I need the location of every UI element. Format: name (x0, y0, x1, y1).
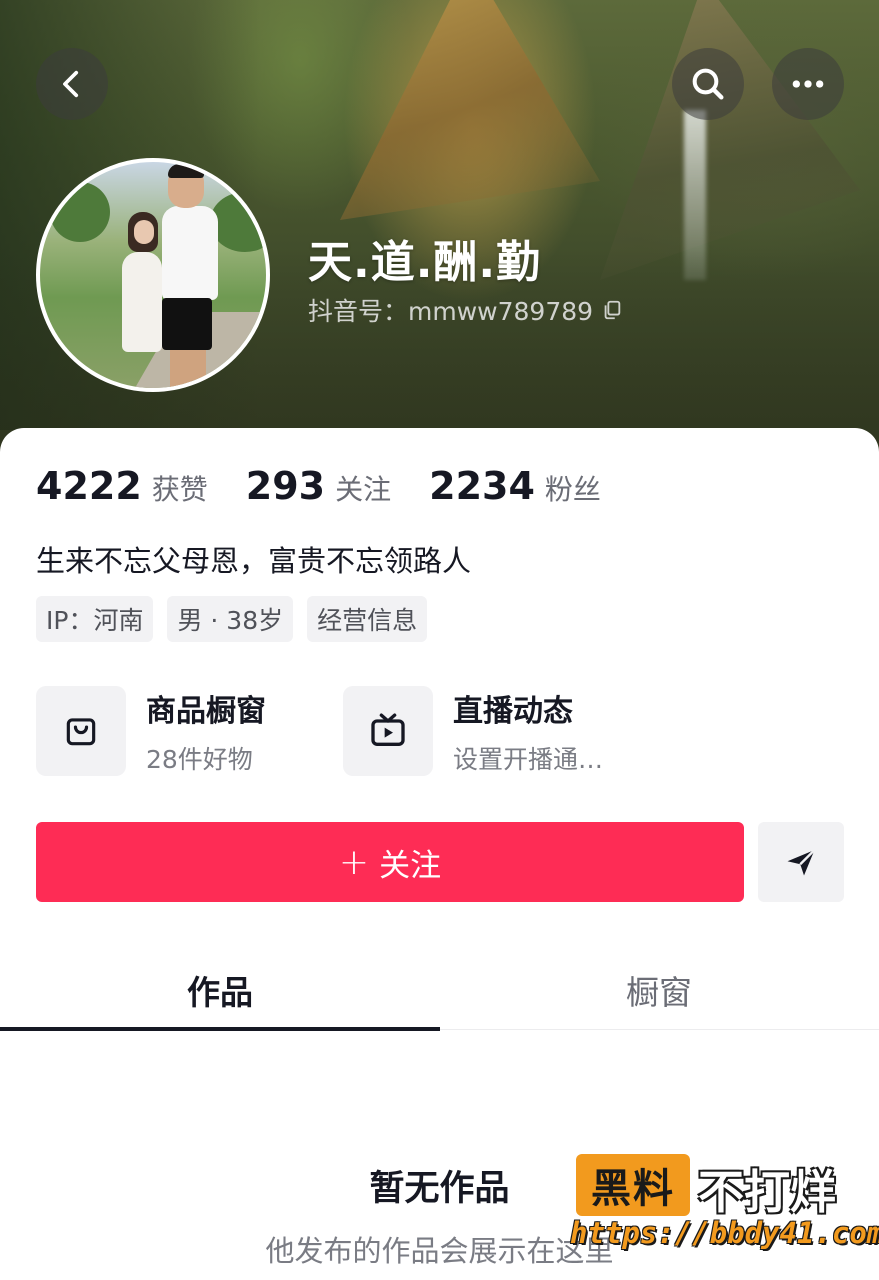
avatar-person (162, 206, 218, 300)
stat-value: 293 (245, 464, 326, 508)
profile-stats: 4222 获赞 293 关注 2234 粉丝 (36, 464, 639, 508)
content-tabs: 作品 橱窗 (0, 948, 879, 1031)
live-title: 直播动态 (453, 694, 573, 729)
search-icon (692, 68, 724, 100)
shop-icon-box (36, 686, 126, 776)
shopping-bag-icon (66, 718, 96, 746)
shop-subtitle: 28件好物 (146, 745, 253, 774)
douyin-id-text: 抖音号：mmww789789 (308, 297, 594, 326)
shop-text: 商品橱窗 28件好物 (146, 686, 266, 776)
live-entry[interactable]: 直播动态 设置开播通… (343, 686, 603, 776)
stat-label: 粉丝 (544, 473, 601, 506)
chevron-left-icon (63, 70, 79, 98)
profile-nickname: 天.道.酬.勤 (308, 237, 542, 288)
stat-value: 4222 (36, 464, 142, 508)
shop-title: 商品橱窗 (146, 694, 266, 729)
watermark-url: https://bbdy41.com (570, 1216, 879, 1250)
copy-icon[interactable] (601, 299, 623, 321)
profile-cover: 天.道.酬.勤 抖音号：mmww789789 (0, 0, 879, 470)
back-button[interactable] (36, 48, 108, 120)
avatar-tree (210, 192, 266, 252)
stat-label: 获赞 (151, 473, 208, 506)
tab-works[interactable]: 作品 (0, 966, 440, 1014)
stat-followers[interactable]: 2234 粉丝 (429, 464, 601, 508)
shop-window-entry[interactable]: 商品橱窗 28件好物 (36, 686, 266, 776)
douyin-id[interactable]: 抖音号：mmww789789 (308, 292, 623, 328)
avatar-tree (50, 182, 110, 242)
cover-mountain (600, 0, 860, 280)
tab-shop-window[interactable]: 橱窗 (439, 966, 879, 1014)
more-dots-icon (792, 80, 824, 88)
profile-bio: 生来不忘父母恩，富贵不忘领路人 (36, 544, 472, 578)
more-button[interactable] (772, 48, 844, 120)
tag-ip: IP：河南 (36, 596, 154, 642)
avatar-person (122, 252, 162, 352)
avatar-person (168, 164, 204, 178)
profile-tags: IP：河南 男 · 38岁 经营信息 (36, 596, 428, 642)
stat-following[interactable]: 293 关注 (246, 464, 391, 508)
plus-icon: + (338, 841, 370, 883)
avatar-person (162, 298, 212, 350)
tag-gender-age: 男 · 38岁 (167, 596, 294, 642)
stat-label: 关注 (335, 473, 392, 506)
follow-label: 关注 (379, 847, 442, 884)
stat-value: 2234 (429, 464, 535, 508)
live-text: 直播动态 设置开播通… (453, 686, 603, 776)
watermark-word: 不打烊 (698, 1165, 836, 1219)
active-tab-indicator (0, 1027, 440, 1031)
send-icon (787, 849, 816, 876)
follow-button[interactable]: + 关注 (36, 822, 744, 902)
stat-likes: 4222 获赞 (36, 464, 208, 508)
message-button[interactable] (758, 822, 844, 902)
live-icon-box (343, 686, 433, 776)
search-button[interactable] (672, 48, 744, 120)
avatar-person (170, 350, 206, 388)
tag-business-info[interactable]: 经营信息 (307, 596, 428, 642)
avatar-person (134, 220, 154, 244)
avatar[interactable] (36, 158, 270, 392)
watermark: 黑料 不打烊 https://bbdy41.com (570, 1150, 879, 1260)
watermark-badge: 黑料 (576, 1154, 690, 1216)
live-subtitle: 设置开播通… (453, 745, 604, 774)
cover-mountain (340, 0, 600, 220)
tv-icon (371, 713, 405, 746)
